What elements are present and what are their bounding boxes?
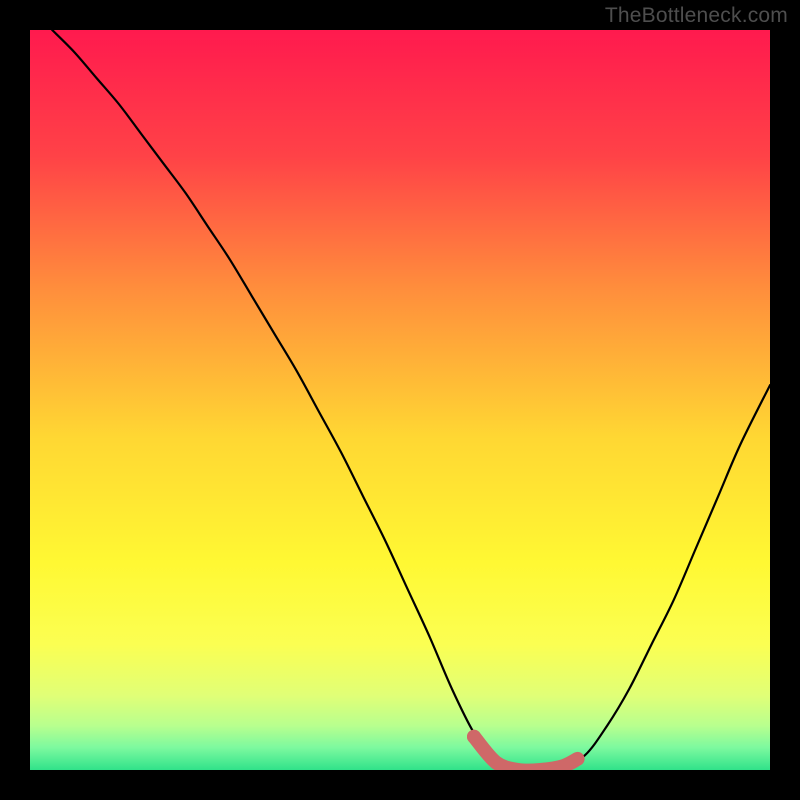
bottleneck-chart — [30, 30, 770, 770]
optimal-zone-start-dot — [467, 730, 481, 744]
chart-container — [30, 30, 770, 770]
gradient-background — [30, 30, 770, 770]
watermark-text: TheBottleneck.com — [605, 4, 788, 28]
